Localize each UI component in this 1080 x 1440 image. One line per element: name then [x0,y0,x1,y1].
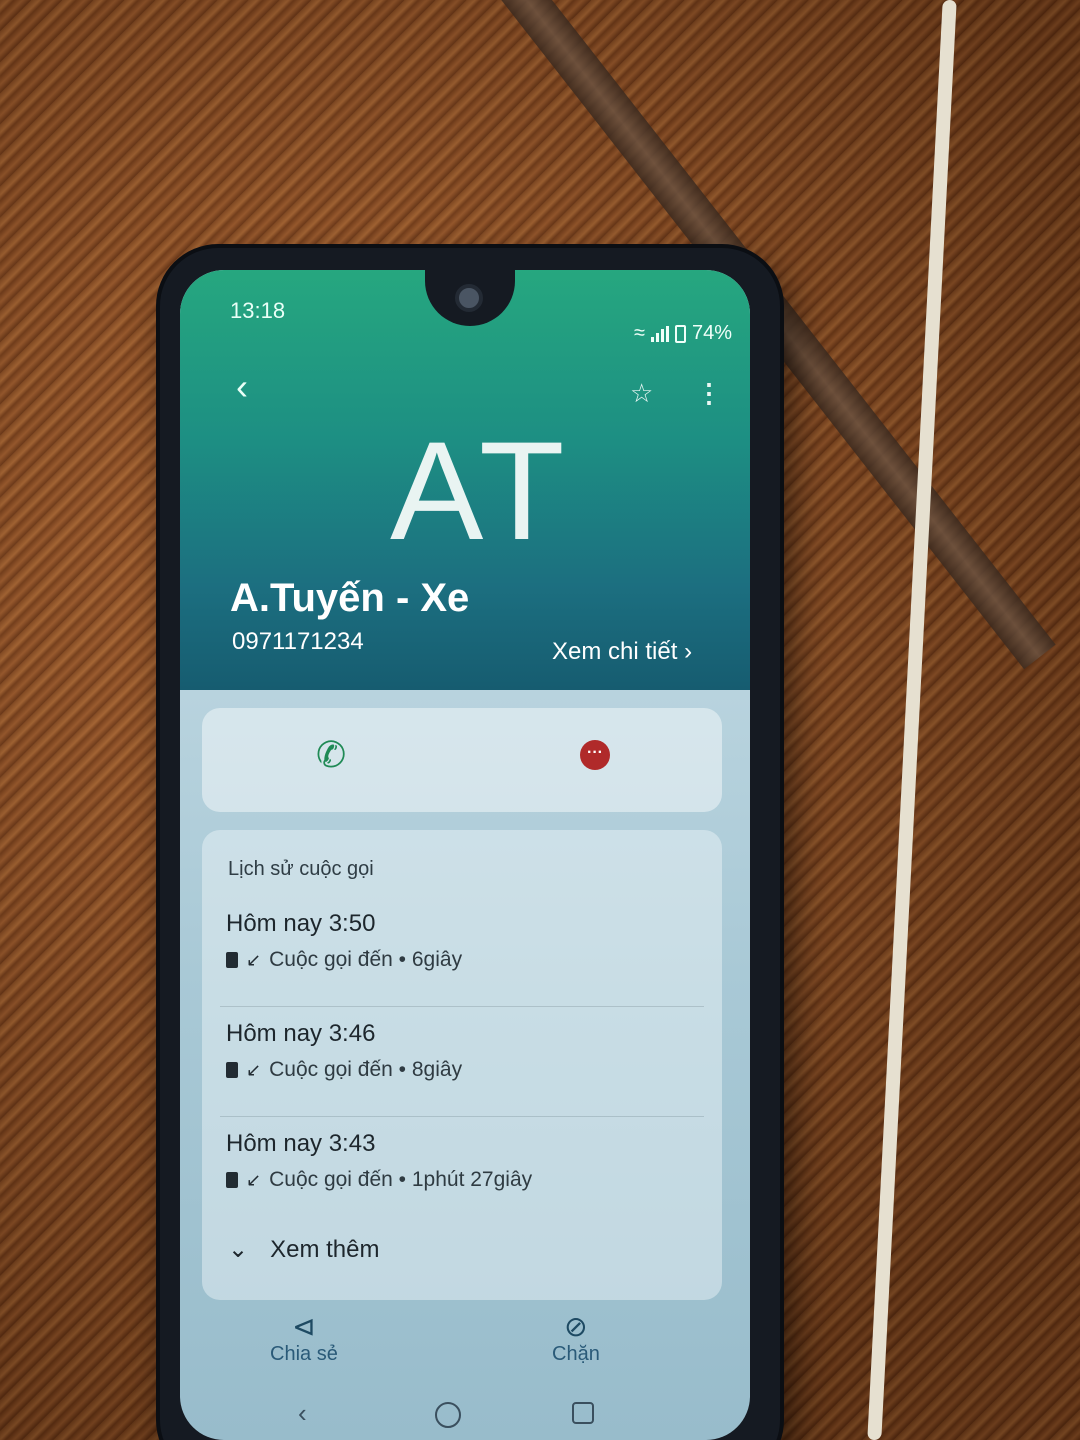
divider [220,1006,704,1007]
battery-icon [674,324,686,343]
battery-level: 74% [691,322,732,344]
view-details-link[interactable]: Xem chi tiết › [552,638,692,666]
more-icon[interactable]: ⋮ [696,378,722,409]
nav-back-icon[interactable]: ‹ [298,1398,307,1429]
contact-actions: ✆ ··· [202,708,722,812]
incoming-arrow-icon: ↙ [246,949,262,970]
call-history-item[interactable]: Hôm nay 3:43 ↙ Cuộc gọi đến • 1phút 27gi… [226,1130,706,1192]
sim-icon [226,952,238,968]
phone-device: 13:18 ≈ 74% ‹ ☆ ⋮ AT A.Tuyến - Xe 097117… [160,248,780,1440]
contact-phone-number: 0971171234 [232,628,364,655]
block-label: Chặn [552,1343,600,1365]
front-camera [455,284,483,312]
call-history-item[interactable]: Hôm nay 3:50 ↙ Cuộc gọi đến • 6giây [226,910,706,972]
bottom-action-bar: ⊲ Chia sẻ ⊘ Chặn [180,1310,750,1380]
see-more-label: Xem thêm [270,1235,380,1263]
contact-name: A.Tuyến - Xe [230,576,470,620]
phone-screen: 13:18 ≈ 74% ‹ ☆ ⋮ AT A.Tuyến - Xe 097117… [180,270,750,1440]
call-time: Hôm nay 3:43 [226,1130,376,1157]
wifi-icon: ≈ [633,322,645,344]
status-icons: ≈ 74% [634,322,732,345]
call-history-title: Lịch sử cuộc gọi [228,858,374,880]
back-icon[interactable]: ‹ [236,366,248,408]
call-description: Cuộc gọi đến • 8giây [269,1058,463,1081]
nav-home-icon[interactable] [435,1402,461,1428]
call-description: Cuộc gọi đến • 6giây [269,948,463,971]
share-label: Chia sẻ [270,1343,338,1365]
signal-icon [650,325,669,342]
sim-icon [226,1172,238,1188]
phone-icon[interactable]: ✆ [316,734,346,776]
incoming-arrow-icon: ↙ [246,1059,262,1080]
call-time: Hôm nay 3:46 [226,1020,376,1047]
chevron-down-icon: ⌄ [228,1236,249,1263]
share-button[interactable]: ⊲ Chia sẻ [270,1310,338,1366]
share-icon: ⊲ [292,1311,316,1342]
divider [220,1116,704,1117]
see-more-button[interactable]: ⌄ Xem thêm [228,1235,379,1264]
block-button[interactable]: ⊘ Chặn [552,1310,600,1366]
contact-header: 13:18 ≈ 74% ‹ ☆ ⋮ AT A.Tuyến - Xe 097117… [180,270,750,690]
call-description: Cuộc gọi đến • 1phút 27giây [269,1168,533,1191]
view-details-label: Xem chi tiết [552,638,678,665]
chevron-right-icon: › [684,638,693,665]
status-time: 13:18 [230,298,286,323]
incoming-arrow-icon: ↙ [246,1169,262,1190]
nav-recent-icon[interactable] [572,1402,594,1424]
sim-icon [226,1062,238,1078]
call-history-item[interactable]: Hôm nay 3:46 ↙ Cuộc gọi đến • 8giây [226,1020,706,1082]
contact-avatar-initials: AT [390,412,571,569]
star-icon[interactable]: ☆ [630,378,653,409]
call-history-card: Lịch sử cuộc gọi Hôm nay 3:50 ↙ Cuộc gọi… [202,830,722,1300]
message-icon[interactable]: ··· [580,740,610,770]
call-time: Hôm nay 3:50 [226,910,376,937]
navigation-bar: ‹ [180,1390,750,1440]
block-icon: ⊘ [564,1311,588,1342]
